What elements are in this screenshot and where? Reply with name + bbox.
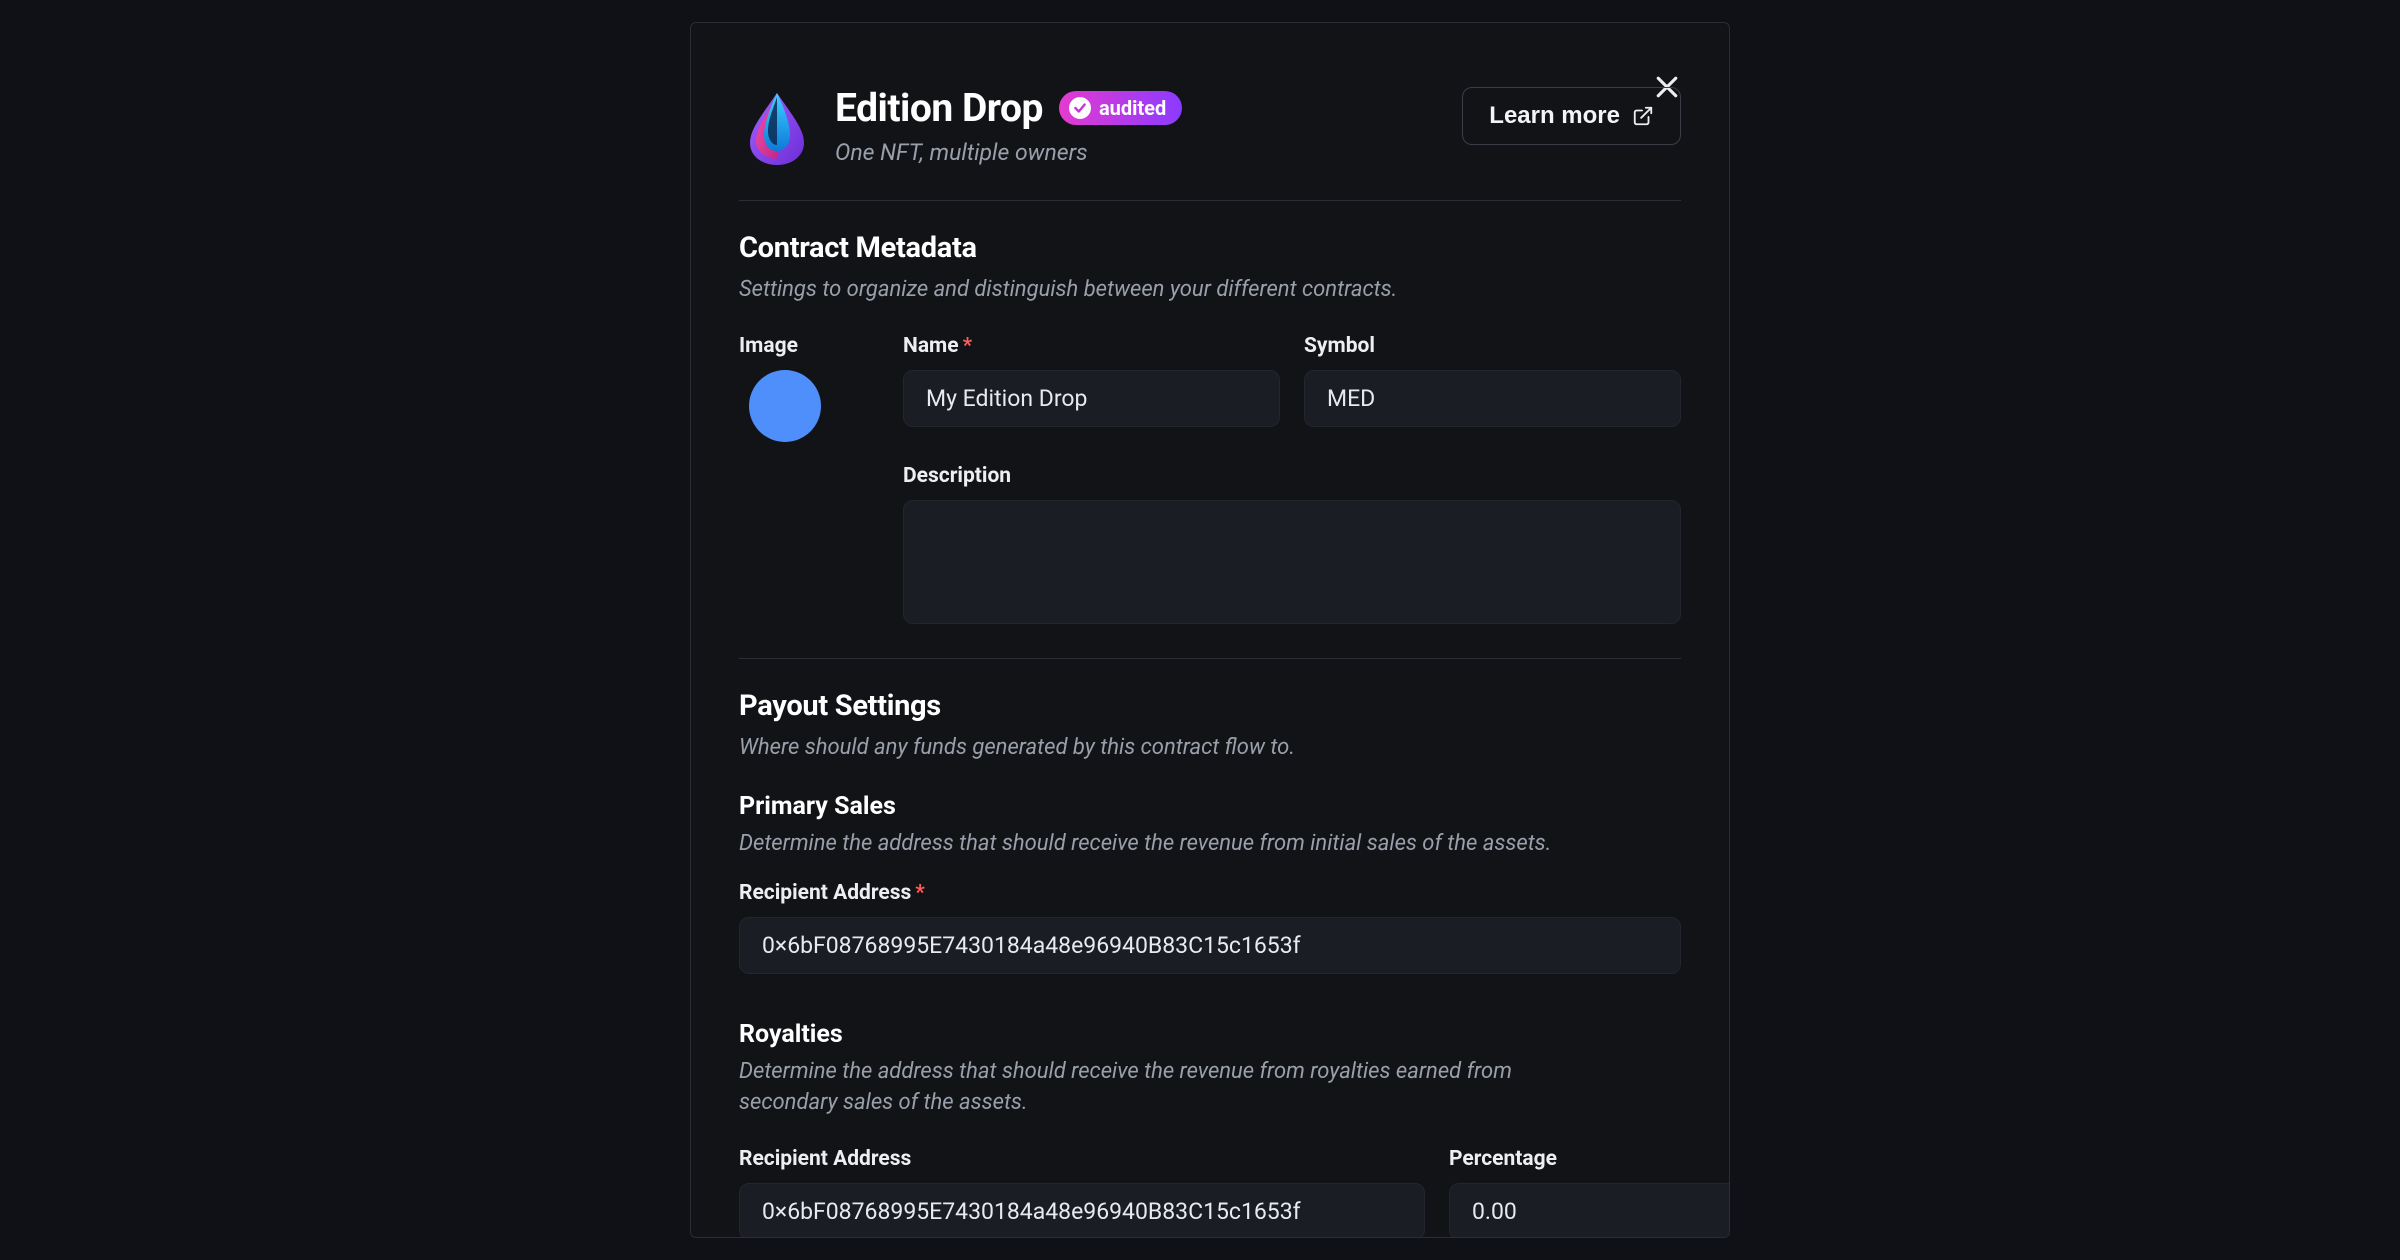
audited-badge: audited (1059, 91, 1182, 125)
check-circle-icon (1069, 97, 1091, 119)
name-label: Name* (903, 334, 1280, 358)
contract-metadata-section: Contract Metadata Settings to organize a… (739, 201, 1681, 659)
learn-more-label: Learn more (1489, 102, 1620, 130)
royalties-desc: Determine the address that should receiv… (739, 1057, 1579, 1119)
metadata-section-title: Contract Metadata (739, 231, 1681, 265)
image-upload[interactable] (749, 370, 821, 442)
page-subtitle: One NFT, multiple owners (835, 139, 1442, 166)
image-label: Image (739, 334, 879, 358)
payout-settings-section: Payout Settings Where should any funds g… (739, 659, 1681, 1238)
primary-recipient-label: Recipient Address* (739, 881, 1681, 905)
royalty-recipient-input[interactable] (739, 1183, 1425, 1238)
learn-more-button[interactable]: Learn more (1462, 87, 1681, 145)
description-label: Description (903, 464, 1681, 488)
metadata-section-desc: Settings to organize and distinguish bet… (739, 275, 1681, 306)
symbol-label: Symbol (1304, 334, 1681, 358)
description-input[interactable] (903, 500, 1681, 624)
symbol-input[interactable] (1304, 370, 1681, 427)
percentage-label: Percentage (1449, 1147, 1681, 1171)
name-input[interactable] (903, 370, 1280, 427)
external-link-icon (1632, 105, 1654, 127)
contract-logo (739, 89, 815, 165)
primary-recipient-input[interactable] (739, 917, 1681, 974)
audited-label: audited (1099, 96, 1166, 120)
primary-sales-title: Primary Sales (739, 792, 1681, 821)
royalty-recipient-label: Recipient Address (739, 1147, 1425, 1171)
payout-section-desc: Where should any funds generated by this… (739, 733, 1681, 764)
drop-icon (744, 89, 810, 165)
percentage-input[interactable] (1449, 1183, 1730, 1238)
primary-sales-desc: Determine the address that should receiv… (739, 829, 1681, 860)
royalties-title: Royalties (739, 1020, 1681, 1049)
payout-section-title: Payout Settings (739, 689, 1681, 723)
deploy-contract-modal: Edition Drop audited One NFT, multiple o… (690, 22, 1730, 1238)
page-title: Edition Drop (835, 85, 1043, 131)
